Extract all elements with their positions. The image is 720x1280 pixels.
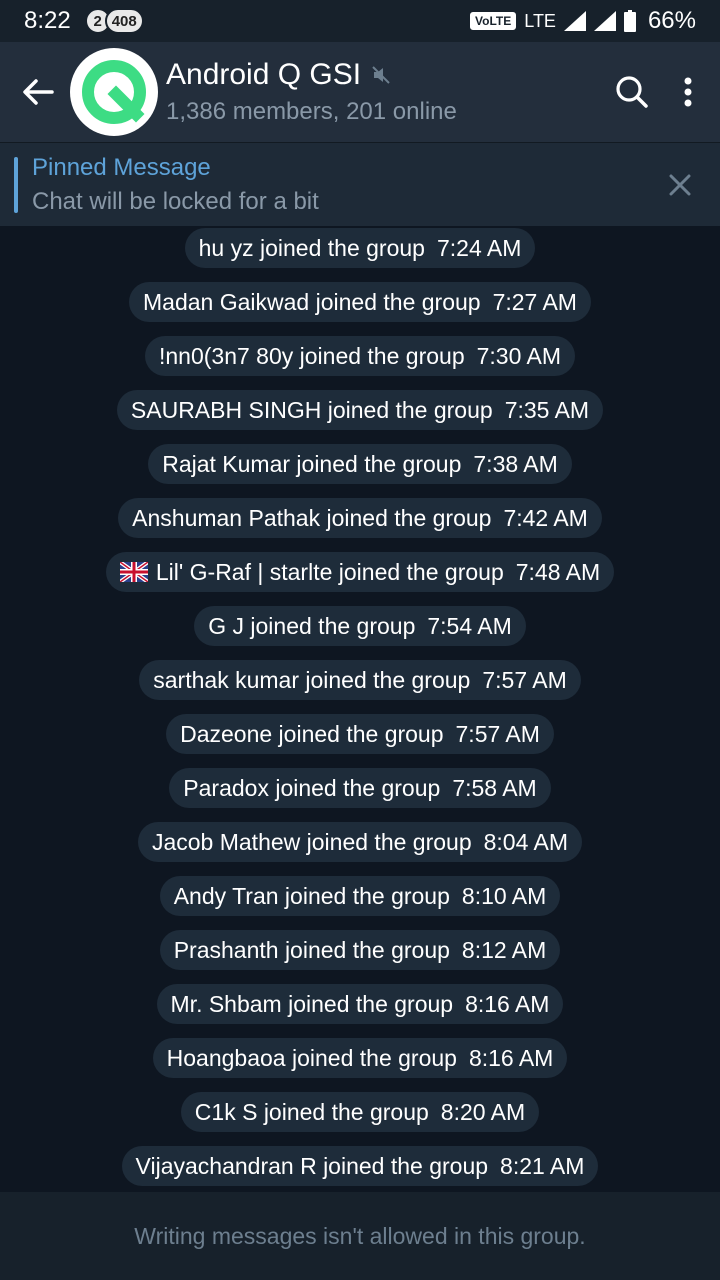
write-restricted-notice: Writing messages isn't allowed in this g… [134, 1222, 586, 1249]
pinned-message-bar[interactable]: Pinned Message Chat will be locked for a… [0, 142, 720, 226]
service-message-text: SAURABH SINGH joined the group [130, 396, 493, 423]
service-message-time: 8:12 AM [461, 936, 547, 963]
message-list: hu yz joined the group 7:24 AM Madan Gaikw… [0, 226, 720, 1192]
service-message: hu yz joined the group 7:24 AM [184, 228, 536, 268]
service-message-text: hu yz joined the group [198, 234, 425, 261]
service-message-time: 8:16 AM [465, 990, 550, 1017]
service-message-time: 7:27 AM [492, 288, 577, 315]
signal-icon [593, 11, 616, 31]
pinned-text: Chat will be locked for a bit [32, 187, 319, 215]
notification-badges: 2 408 [84, 8, 144, 34]
service-message-time: 7:30 AM [476, 342, 562, 369]
service-message: Andy Tran joined the group 8:10 AM [159, 876, 561, 916]
service-message: Dazeone joined the group 7:57 AM [166, 714, 554, 754]
pinned-title: Pinned Message [32, 153, 211, 181]
service-message: Rajat Kumar joined the group 7:38 AM [148, 444, 572, 484]
service-message-time: 8:21 AM [500, 1152, 585, 1179]
more-vert-icon [684, 77, 692, 107]
service-message-text: Vijayachandran R joined the group [135, 1152, 489, 1179]
service-message: SAURABH SINGH joined the group 7:35 AM [116, 390, 604, 430]
group-avatar[interactable] [70, 48, 158, 136]
pinned-accent-bar [14, 156, 18, 213]
service-message-time: 8:16 AM [468, 1044, 554, 1071]
header-actions [600, 60, 720, 124]
service-message-text: Lil' G-Raf | starlte joined the group [155, 558, 504, 585]
network-type: LTE [524, 10, 556, 31]
service-message-time: 7:58 AM [452, 774, 537, 801]
close-pinned-button[interactable] [648, 153, 712, 217]
signal-icon [563, 11, 586, 31]
service-message-time: 8:20 AM [440, 1098, 526, 1125]
service-message-text: Hoangbaoa joined the group [166, 1044, 457, 1071]
android-q-logo [74, 52, 154, 132]
chat-info[interactable]: Android Q GSI 1,386 members, 201 online [166, 58, 457, 126]
service-message-text: Jacob Mathew joined the group [151, 828, 472, 855]
service-message-text: Dazeone joined the group [180, 720, 444, 747]
service-message-text: Anshuman Pathak joined the group [132, 504, 492, 531]
service-message: Anshuman Pathak joined the group 7:42 AM [118, 498, 602, 538]
service-message-time: 7:35 AM [504, 396, 590, 423]
service-message: Madan Gaikwad joined the group 7:27 AM [129, 282, 591, 322]
service-message-time: 7:48 AM [515, 558, 601, 585]
chat-messages[interactable]: hu yz joined the group 7:24 AM Madan Gaikw… [0, 226, 720, 1192]
service-message: Vijayachandran R joined the group 8:21 AM [121, 1146, 599, 1186]
service-message-text: Andy Tran joined the group [173, 882, 450, 909]
service-message-text: !nn0(3n7 80y joined the group [158, 342, 465, 369]
service-message-time: 7:42 AM [503, 504, 588, 531]
group-title: Android Q GSI [166, 58, 362, 91]
service-message: Mr. Shbam joined the group 8:16 AM [156, 984, 564, 1024]
service-message-time: 7:57 AM [482, 666, 567, 693]
pinned-content: Pinned Message Chat will be locked for a… [32, 154, 319, 216]
service-message: sarthak kumar joined the group 7:57 AM [139, 660, 581, 700]
service-message-time: 8:04 AM [483, 828, 569, 855]
service-message: C1k S joined the group 8:20 AM [180, 1092, 540, 1132]
notification-badge: 408 [104, 8, 144, 34]
service-message: Jacob Mathew joined the group 8:04 AM [137, 822, 583, 862]
close-icon [669, 174, 691, 195]
battery-percent: 66% [647, 7, 696, 34]
service-message-text: sarthak kumar joined the group [153, 666, 471, 693]
back-button[interactable] [0, 42, 76, 142]
search-button[interactable] [600, 60, 664, 124]
uk-flag-icon [119, 562, 148, 582]
back-arrow-icon [23, 79, 54, 105]
service-message-text: G J joined the group [208, 612, 416, 639]
composer-area: Writing messages isn't allowed in this g… [0, 1192, 720, 1280]
mute-icon [372, 66, 390, 84]
battery-icon [623, 10, 636, 32]
chat-header: Android Q GSI 1,386 members, 201 online [0, 42, 720, 142]
status-bar: 8:22 2 408 VoLTE LTE 66% [0, 0, 720, 42]
status-indicators: VoLTE LTE 66% [470, 7, 696, 35]
service-message-text: Paradox joined the group [183, 774, 441, 801]
search-icon [616, 76, 648, 108]
service-message: Hoangbaoa joined the group 8:16 AM [152, 1038, 568, 1078]
service-message: Prashanth joined the group 8:12 AM [159, 930, 561, 970]
service-message-time: 7:24 AM [436, 234, 522, 261]
status-time: 8:22 [24, 7, 71, 34]
more-options-button[interactable] [664, 60, 712, 124]
service-message-text: C1k S joined the group [194, 1098, 429, 1125]
service-message-time: 7:57 AM [455, 720, 540, 747]
service-message: Lil' G-Raf | starlte joined the group 7:4… [105, 552, 615, 592]
service-message: Paradox joined the group 7:58 AM [169, 768, 551, 808]
service-message-text: Madan Gaikwad joined the group [143, 288, 481, 315]
service-message-text: Rajat Kumar joined the group [162, 450, 462, 477]
service-message-time: 7:38 AM [473, 450, 558, 477]
service-message-text: Mr. Shbam joined the group [170, 990, 454, 1017]
service-message: G J joined the group 7:54 AM [194, 606, 526, 646]
service-message-time: 7:54 AM [427, 612, 512, 639]
volte-icon: VoLTE [470, 12, 517, 30]
service-message-text: Prashanth joined the group [173, 936, 450, 963]
member-count: 1,386 members, 201 online [166, 98, 457, 125]
service-message: !nn0(3n7 80y joined the group 7:30 AM [144, 336, 576, 376]
service-message-time: 8:10 AM [461, 882, 547, 909]
